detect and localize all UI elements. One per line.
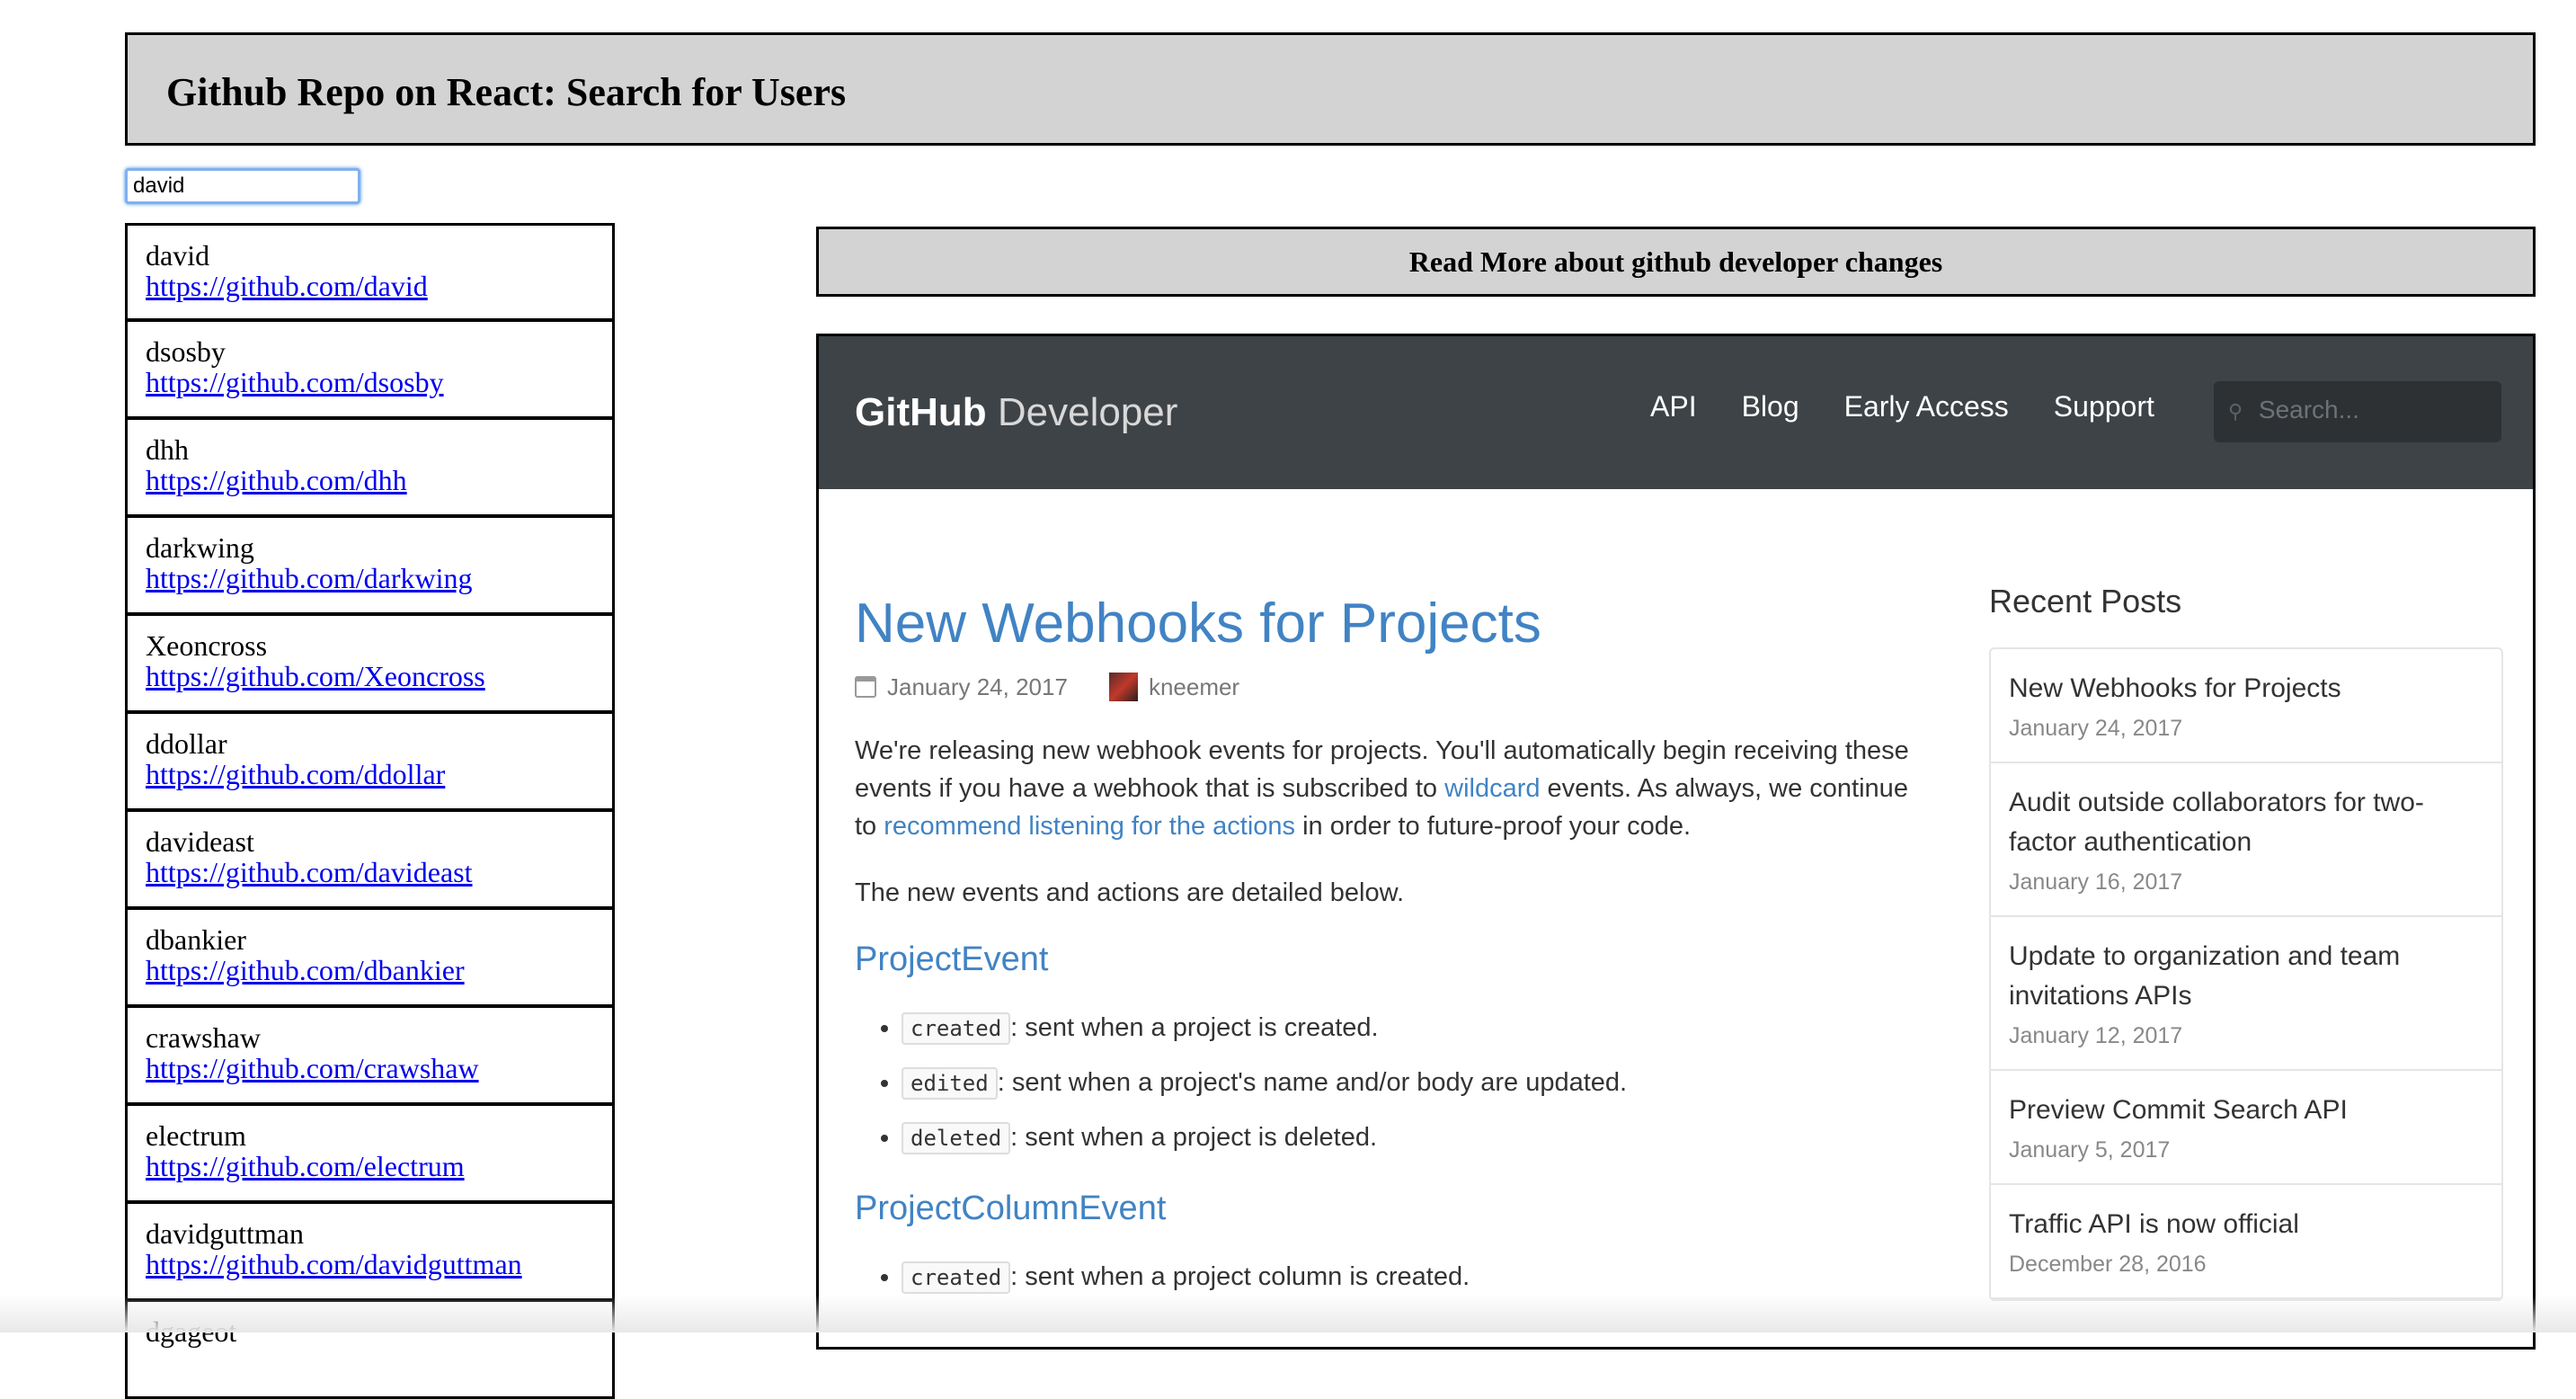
- user-profile-link[interactable]: https://github.com/ddollar: [146, 759, 594, 789]
- recent-post-date: December 28, 2016: [2009, 1252, 2207, 1277]
- user-login: dbankier: [146, 923, 246, 956]
- github-developer-frame[interactable]: GitHub Developer API Blog Early Access S…: [816, 334, 2536, 1350]
- user-list-item: david https://github.com/david: [125, 223, 615, 321]
- gh-navbar: GitHub Developer API Blog Early Access S…: [819, 336, 2533, 489]
- user-profile-link[interactable]: https://github.com/dbankier: [146, 955, 594, 985]
- event-desc: : sent when a project's name and/or body…: [997, 1068, 1628, 1097]
- user-login: david: [146, 239, 210, 272]
- gh-search-placeholder: Search...: [2258, 396, 2359, 423]
- user-profile-link[interactable]: https://github.com/dhh: [146, 465, 594, 495]
- bottom-fade: [0, 1295, 2576, 1332]
- project-column-event-list: created: sent when a project column is c…: [855, 1258, 1915, 1297]
- github-developer-logo[interactable]: GitHub Developer: [855, 390, 1177, 435]
- recent-post-title[interactable]: New Webhooks for Projects: [2009, 669, 2483, 708]
- user-profile-link[interactable]: https://github.com/crawshaw: [146, 1053, 594, 1083]
- recent-post-item[interactable]: Preview Commit Search API January 5, 201…: [1991, 1071, 2501, 1185]
- page-title: Github Repo on React: Search for Users: [166, 70, 847, 114]
- list-item: edited: sent when a project's name and/o…: [902, 1064, 1915, 1102]
- recent-post-title[interactable]: Traffic API is now official: [2009, 1205, 2483, 1244]
- nav-api[interactable]: API: [1650, 390, 1697, 423]
- user-list-item: darkwing https://github.com/darkwing: [125, 517, 615, 615]
- post-meta: January 24, 2017 kneemer: [855, 673, 1915, 701]
- user-list: david https://github.com/david dsosby https…: [125, 223, 615, 1399]
- user-list-item: dsosby https://github.com/dsosby: [125, 321, 615, 419]
- user-login: dhh: [146, 433, 189, 466]
- post-author[interactable]: kneemer: [1149, 673, 1239, 701]
- event-desc: : sent when a project is created.: [1010, 1013, 1379, 1042]
- calendar-icon: [855, 676, 876, 698]
- nav-early-access[interactable]: Early Access: [1844, 390, 2009, 423]
- user-login: electrum: [146, 1119, 246, 1152]
- list-item: created: sent when a project is created.: [902, 1009, 1915, 1047]
- gh-nav-links: API Blog Early Access Support: [1650, 390, 2154, 423]
- heading-project-column-event[interactable]: ProjectColumnEvent: [855, 1190, 1915, 1227]
- user-profile-link[interactable]: https://github.com/Xeoncross: [146, 661, 594, 691]
- recent-posts-list: New Webhooks for Projects January 24, 20…: [1989, 647, 2503, 1301]
- recent-post-item[interactable]: Traffic API is now official December 28,…: [1991, 1185, 2501, 1299]
- user-profile-link[interactable]: https://github.com/darkwing: [146, 563, 594, 593]
- user-login: Xeoncross: [146, 629, 268, 662]
- project-event-list: created: sent when a project is created.…: [855, 1009, 1915, 1157]
- wildcard-link[interactable]: wildcard: [1444, 774, 1540, 803]
- user-list-item: dbankier https://github.com/dbankier: [125, 909, 615, 1007]
- recent-post-title[interactable]: Preview Commit Search API: [2009, 1091, 2483, 1130]
- user-login: dsosby: [146, 335, 226, 368]
- search-icon: ⚲: [2228, 400, 2243, 423]
- user-login: ddollar: [146, 727, 227, 760]
- avatar[interactable]: [1108, 673, 1138, 701]
- heading-project-event[interactable]: ProjectEvent: [855, 940, 1915, 978]
- event-desc: : sent when a project column is created.: [1010, 1262, 1470, 1291]
- list-item: deleted: sent when a project is deleted.: [902, 1118, 1915, 1157]
- user-profile-link[interactable]: https://github.com/dsosby: [146, 367, 594, 397]
- nav-support[interactable]: Support: [2054, 390, 2154, 423]
- user-list-item: electrum https://github.com/electrum: [125, 1105, 615, 1203]
- user-list-item: dhh https://github.com/dhh: [125, 419, 615, 517]
- event-code: created: [902, 1012, 1011, 1045]
- user-list-item: davidguttman https://github.com/davidgutt…: [125, 1203, 615, 1301]
- user-list-item: ddollar https://github.com/ddollar: [125, 713, 615, 811]
- post-content: New Webhooks for Projects January 24, 20…: [855, 588, 1915, 1329]
- intro-paragraph: We're releasing new webhook events for p…: [855, 732, 1915, 845]
- app-header: Github Repo on React: Search for Users: [125, 32, 2536, 146]
- recommend-link[interactable]: recommend listening for the actions: [884, 812, 1295, 841]
- user-profile-link[interactable]: https://github.com/davideast: [146, 857, 594, 887]
- post-date: January 24, 2017: [887, 673, 1068, 700]
- event-code: edited: [902, 1067, 998, 1100]
- gh-search-input[interactable]: ⚲ Search...: [2214, 381, 2501, 442]
- user-login: davidguttman: [146, 1217, 304, 1250]
- recent-post-item[interactable]: Audit outside collaborators for two-fact…: [1991, 763, 2501, 917]
- post-body: We're releasing new webhook events for p…: [855, 732, 1915, 1297]
- recent-post-date: January 12, 2017: [2009, 1023, 2183, 1048]
- user-list-item: Xeoncross https://github.com/Xeoncross: [125, 615, 615, 713]
- logo-bold-text: GitHub: [855, 390, 987, 434]
- event-desc: : sent when a project is deleted.: [1010, 1123, 1378, 1152]
- list-item: created: sent when a project column is c…: [902, 1258, 1915, 1297]
- recent-post-title[interactable]: Audit outside collaborators for two-fact…: [2009, 783, 2483, 862]
- user-login: davideast: [146, 825, 254, 858]
- recent-post-item[interactable]: New Webhooks for Projects January 24, 20…: [1991, 649, 2501, 763]
- user-search-input[interactable]: [125, 168, 360, 204]
- logo-light-text: Developer: [997, 390, 1178, 434]
- user-profile-link[interactable]: https://github.com/davidguttman: [146, 1249, 594, 1279]
- recent-post-item[interactable]: Update to organization and team invitati…: [1991, 917, 2501, 1071]
- nav-blog[interactable]: Blog: [1742, 390, 1799, 423]
- user-login: darkwing: [146, 531, 254, 564]
- user-list-item: crawshaw https://github.com/crawshaw: [125, 1007, 615, 1105]
- user-profile-link[interactable]: https://github.com/electrum: [146, 1151, 594, 1181]
- user-profile-link[interactable]: https://github.com/david: [146, 271, 594, 301]
- intro-text-c: in order to future-proof your code.: [1295, 812, 1692, 841]
- recent-post-date: January 24, 2017: [2009, 716, 2183, 741]
- recent-posts-sidebar: Recent Posts New Webhooks for Projects J…: [1989, 583, 2503, 1301]
- detail-paragraph: The new events and actions are detailed …: [855, 878, 1405, 907]
- recent-post-date: January 5, 2017: [2009, 1137, 2171, 1163]
- read-more-button[interactable]: Read More about github developer changes: [816, 227, 2536, 297]
- recent-post-date: January 16, 2017: [2009, 869, 2183, 895]
- user-list-item: davideast https://github.com/davideast: [125, 811, 615, 909]
- post-title[interactable]: New Webhooks for Projects: [855, 588, 1915, 660]
- event-code: created: [902, 1261, 1011, 1294]
- user-login: crawshaw: [146, 1021, 261, 1054]
- event-code: deleted: [902, 1122, 1011, 1154]
- recent-post-title[interactable]: Update to organization and team invitati…: [2009, 937, 2483, 1016]
- recent-posts-heading: Recent Posts: [1989, 583, 2182, 619]
